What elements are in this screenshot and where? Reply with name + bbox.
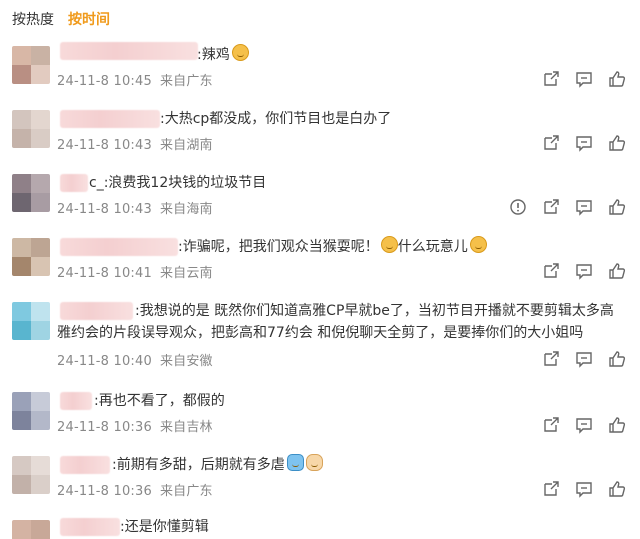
tab-by-popularity[interactable]: 按热度: [12, 9, 54, 31]
comment-text: :诈骗呢，把我们观众当猴耍呢！ 什么玩意儿: [178, 236, 487, 258]
comment-icon[interactable]: [575, 416, 593, 434]
comment-actions: [542, 262, 626, 280]
comment-text: :我想说的是 既然你们知道高雅CP早就be了，当初节目开播就不要剪辑太多高雅约会…: [57, 303, 614, 341]
comment-actions: [542, 350, 626, 368]
comment-actions: [542, 480, 626, 498]
like-icon[interactable]: [608, 70, 626, 88]
avatar[interactable]: [12, 110, 50, 148]
like-icon[interactable]: [608, 198, 626, 216]
comment-location: 来自广东: [159, 484, 213, 499]
share-icon[interactable]: [542, 480, 560, 498]
share-icon[interactable]: [542, 416, 560, 434]
comment-item: :前期有多甜，后期就有多虐 24-11-8 10:36 来自广东: [0, 450, 640, 514]
avatar[interactable]: [12, 238, 50, 276]
comment-location: 来自吉林: [159, 420, 213, 435]
dog-emoji: [305, 454, 323, 471]
report-icon[interactable]: [509, 198, 527, 216]
comment-date: 24-11-8 10:45: [57, 74, 152, 89]
comment-meta: 24-11-8 10:45 来自广东: [57, 70, 213, 89]
comment-date: 24-11-8 10:36: [57, 484, 152, 499]
smile-emoji: [469, 236, 487, 253]
comment-meta: 24-11-8 10:36 来自吉林: [57, 416, 213, 435]
avatar[interactable]: [12, 302, 50, 340]
comment-icon[interactable]: [575, 480, 593, 498]
comment-date: 24-11-8 10:41: [57, 266, 152, 281]
comment-text: c_:浪费我12块钱的垃圾节目: [89, 175, 267, 191]
like-icon[interactable]: [608, 350, 626, 368]
comment-item: :再也不看了，都假的 24-11-8 10:36 来自吉林: [0, 386, 640, 450]
comment-meta: 24-11-8 10:41 来自云南: [57, 262, 213, 281]
sort-tabs: 按热度 按时间: [12, 9, 110, 31]
share-icon[interactable]: [542, 262, 560, 280]
comment-icon[interactable]: [575, 262, 593, 280]
username-blurred[interactable]: [60, 456, 110, 474]
comment-item: :我想说的是 既然你们知道高雅CP早就be了，当初节目开播就不要剪辑太多高雅约会…: [0, 296, 640, 376]
comment-location: 来自安徽: [159, 354, 213, 369]
comment-item: :还是你懂剪辑: [0, 514, 640, 539]
comment-meta: 24-11-8 10:43 来自海南: [57, 198, 213, 217]
username-blurred[interactable]: [60, 518, 120, 536]
share-icon[interactable]: [542, 134, 560, 152]
like-icon[interactable]: [608, 416, 626, 434]
comment-location: 来自云南: [159, 266, 213, 281]
like-icon[interactable]: [608, 480, 626, 498]
comment-icon[interactable]: [575, 350, 593, 368]
avatar[interactable]: [12, 46, 50, 84]
comment-icon[interactable]: [575, 70, 593, 88]
username-blurred[interactable]: [60, 42, 198, 60]
username-blurred[interactable]: [60, 238, 178, 256]
comment-item: c_:浪费我12块钱的垃圾节目 24-11-8 10:43 来自海南: [0, 168, 640, 232]
comment-meta: 24-11-8 10:43 来自湖南: [57, 134, 213, 153]
like-icon[interactable]: [608, 262, 626, 280]
crying-emoji: [286, 454, 304, 471]
comment-meta: 24-11-8 10:40 来自安徽: [57, 350, 213, 369]
comment-text: :前期有多甜，后期就有多虐: [112, 454, 323, 476]
comment-text: :大热cp都没成，你们节目也是白办了: [160, 111, 392, 127]
share-icon[interactable]: [542, 198, 560, 216]
comment-text: :再也不看了，都假的: [94, 393, 225, 409]
comment-location: 来自海南: [159, 202, 213, 217]
avatar[interactable]: [12, 174, 50, 212]
username-blurred[interactable]: [60, 110, 160, 128]
avatar[interactable]: [12, 456, 50, 494]
comment-item: :大热cp都没成，你们节目也是白办了 24-11-8 10:43 来自湖南: [0, 104, 640, 168]
username-blurred[interactable]: [60, 174, 88, 192]
avatar[interactable]: [12, 392, 50, 430]
comment-meta: 24-11-8 10:36 来自广东: [57, 480, 213, 499]
comment-date: 24-11-8 10:40: [57, 354, 152, 369]
comment-text: :辣鸡: [197, 44, 249, 66]
comment-icon[interactable]: [575, 198, 593, 216]
comment-location: 来自广东: [159, 74, 213, 89]
comment-item: :诈骗呢，把我们观众当猴耍呢！ 什么玩意儿 24-11-8 10:41 来自云南: [0, 232, 640, 296]
comment-date: 24-11-8 10:36: [57, 420, 152, 435]
share-icon[interactable]: [542, 70, 560, 88]
like-icon[interactable]: [608, 134, 626, 152]
comment-text: :还是你懂剪辑: [120, 519, 209, 535]
share-icon[interactable]: [542, 350, 560, 368]
comment-date: 24-11-8 10:43: [57, 202, 152, 217]
comment-actions: [542, 416, 626, 434]
comment-icon[interactable]: [575, 134, 593, 152]
comment-actions: [542, 70, 626, 88]
comment-location: 来自湖南: [159, 138, 213, 153]
comment-actions: [542, 134, 626, 152]
comment-item: :辣鸡 24-11-8 10:45 来自广东: [0, 40, 640, 104]
comment-actions: [509, 198, 626, 216]
username-blurred[interactable]: [60, 392, 92, 410]
avatar[interactable]: [12, 520, 50, 539]
grin-emoji: [231, 44, 249, 61]
tab-by-time[interactable]: 按时间: [68, 9, 110, 31]
comment-date: 24-11-8 10:43: [57, 138, 152, 153]
smile-emoji: [380, 236, 398, 253]
